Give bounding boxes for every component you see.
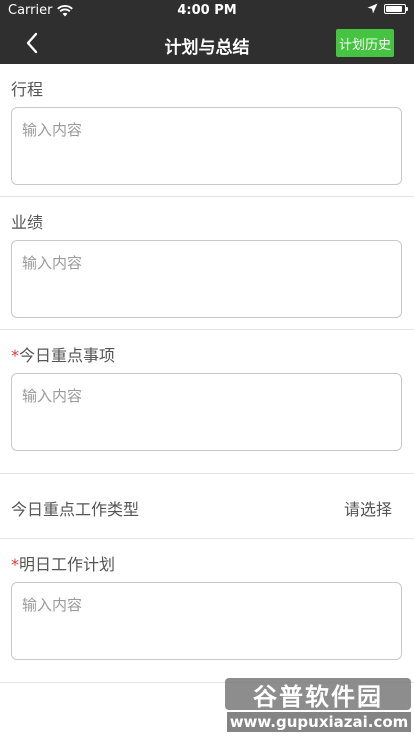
work-type-label: 今日重点工作类型 [11,500,140,519]
tomorrow-plan-input[interactable]: 输入内容 [11,582,402,660]
section-performance: 业绩 输入内容 [0,197,414,330]
itinerary-input[interactable]: 输入内容 [11,107,402,185]
section-label-itinerary: 行程 [11,76,43,100]
required-asterisk: * [11,555,19,574]
watermark-url: www.gupuxiazai.com [227,712,411,732]
plan-history-button[interactable]: 计划历史 [336,29,394,57]
section-label-text: 明日工作计划 [19,555,116,574]
watermark: 谷普软件园 www.gupuxiazai.com [225,678,411,734]
battery-icon [384,3,408,14]
section-key-items: *今日重点事项 输入内容 [0,330,414,474]
nav-bar: 计划与总结 计划历史 [0,22,414,64]
work-type-value[interactable]: 请选择 [344,496,392,520]
work-type-select[interactable]: 今日重点工作类型 请选择 [0,474,414,539]
battery-fill [386,5,403,12]
section-label-text: 业绩 [11,213,44,232]
section-label-tomorrow: *明日工作计划 [11,551,115,575]
status-right [367,3,408,14]
performance-input[interactable]: 输入内容 [11,240,402,318]
required-asterisk: * [11,346,19,365]
section-itinerary: 行程 输入内容 [0,64,414,197]
section-label-text: 今日重点事项 [19,346,116,365]
form-content: 行程 输入内容 业绩 输入内容 *今日重点事项 输入内容 今日重点工作类型 请选… [0,64,414,683]
section-label-performance: 业绩 [11,209,43,233]
status-time: 4:00 PM [177,3,237,18]
section-label-text: 行程 [11,80,44,99]
watermark-title: 谷普软件园 [225,678,411,711]
location-arrow-icon [367,3,378,14]
key-items-input[interactable]: 输入内容 [11,373,402,451]
section-tomorrow-plan: *明日工作计划 输入内容 [0,539,414,683]
section-label-key-items: *今日重点事项 [11,342,115,366]
status-bar: Carrier 4:00 PM [0,0,414,22]
